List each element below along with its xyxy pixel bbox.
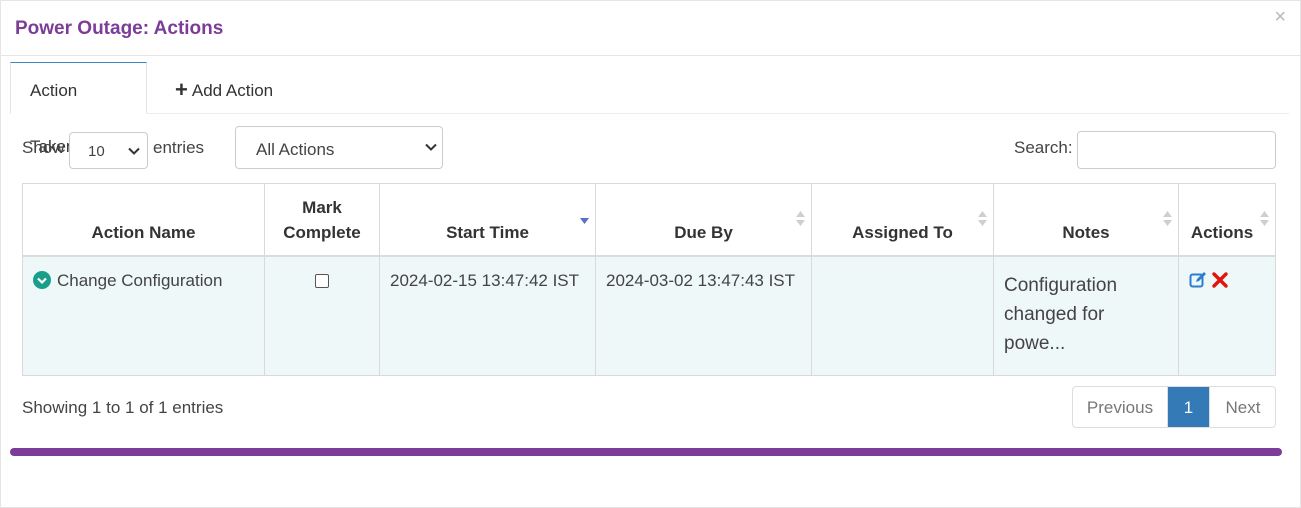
modal-header: Power Outage: Actions × (1, 1, 1300, 56)
accent-bar (10, 448, 1282, 456)
delete-icon[interactable] (1212, 272, 1228, 288)
chevron-down-icon (128, 147, 140, 155)
pagination: Previous 1 Next (1072, 386, 1276, 428)
action-filter-select[interactable]: All Actions (235, 126, 443, 169)
edit-icon[interactable] (1189, 271, 1207, 289)
entries-label: entries (153, 138, 205, 157)
actions-modal: Power Outage: Actions × Action Taken + Ad… (0, 0, 1301, 508)
sort-icon (1163, 211, 1172, 226)
cell-assigned-to (812, 257, 994, 375)
previous-page-button[interactable]: Previous (1073, 387, 1168, 427)
check-circle-icon (33, 271, 51, 289)
column-header-action-name[interactable]: Action Name (23, 184, 265, 257)
search-input[interactable] (1077, 131, 1276, 169)
sort-icon (796, 211, 805, 226)
cell-actions (1179, 257, 1275, 375)
notes-text: Configuration changed for powe... (1004, 275, 1118, 354)
page-1-button[interactable]: 1 (1168, 387, 1209, 427)
tab-action-taken[interactable]: Action Taken (10, 62, 147, 156)
cell-action-name: Change Configuration (23, 257, 265, 375)
tab-add-action-label: Add Action (191, 81, 274, 100)
action-name-text: Change Configuration (57, 271, 223, 290)
table-info: Showing 1 to 1 of 1 entries (22, 398, 224, 417)
entries-select[interactable]: 10 (69, 132, 148, 169)
cell-start-time: 2024-02-15 13:47:42 IST (380, 257, 596, 375)
close-button[interactable]: × (1274, 7, 1286, 27)
column-header-assigned-to[interactable]: Assigned To (812, 184, 994, 257)
show-label: Show (22, 138, 65, 157)
entries-select-value: 10 (88, 143, 105, 160)
sort-icon (978, 211, 987, 226)
sort-icon (1260, 211, 1269, 226)
table-row: Change Configuration 2024-02-15 13:47:42… (23, 257, 1275, 375)
column-header-start-time[interactable]: Start Time (380, 184, 596, 257)
search-label: Search: (1014, 138, 1073, 157)
tab-add-action[interactable]: + Add Action (156, 62, 292, 114)
tab-bar: Action Taken + Add Action (10, 62, 1289, 156)
column-header-actions[interactable]: Actions (1179, 184, 1275, 257)
modal-title: Power Outage: Actions (15, 18, 224, 39)
action-filter-value: All Actions (256, 140, 335, 159)
cell-mark-complete (265, 257, 380, 375)
due-by-text: 2024-03-02 13:47:43 IST (606, 271, 796, 290)
chevron-down-icon (425, 143, 437, 151)
start-time-text: 2024-02-15 13:47:42 IST (390, 271, 580, 290)
actions-table: Action Name Mark Complete Start Time Due… (22, 183, 1276, 376)
column-header-mark-complete[interactable]: Mark Complete (265, 184, 380, 257)
cell-notes: Configuration changed for powe... (994, 257, 1179, 375)
sort-desc-icon (580, 218, 589, 224)
column-header-due-by[interactable]: Due By (596, 184, 812, 257)
cell-due-by: 2024-03-02 13:47:43 IST (596, 257, 812, 375)
column-header-notes[interactable]: Notes (994, 184, 1179, 257)
next-page-button[interactable]: Next (1209, 387, 1275, 427)
mark-complete-checkbox[interactable] (315, 274, 329, 288)
plus-icon: + (175, 77, 188, 102)
